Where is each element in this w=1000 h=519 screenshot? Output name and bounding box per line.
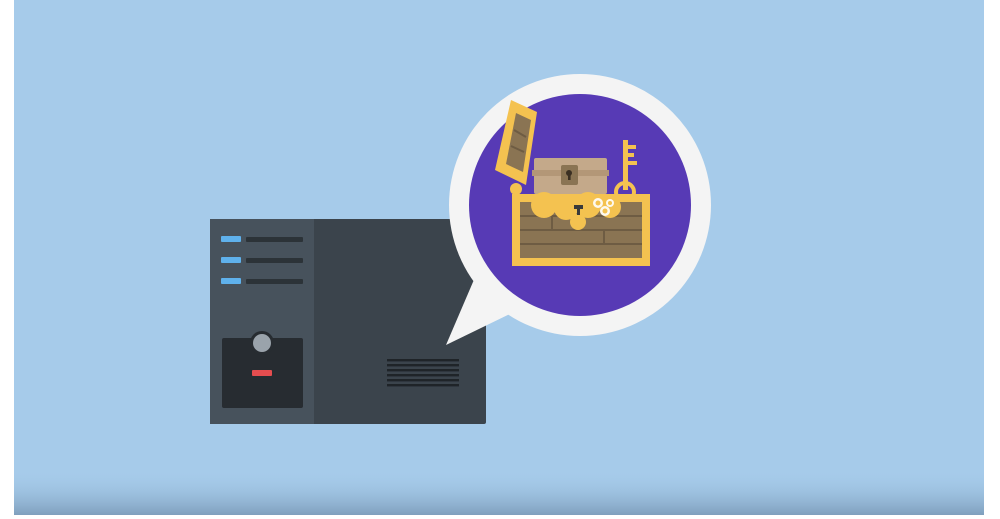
drive-slot (246, 258, 303, 263)
drive-slot (246, 237, 303, 242)
illustration-canvas (14, 0, 984, 515)
alert-light (252, 370, 272, 376)
bottom-fade (14, 470, 984, 515)
video-frame (0, 0, 1000, 519)
indicator-light (221, 278, 241, 284)
indicator-light (221, 236, 241, 242)
drive-slot (246, 279, 303, 284)
power-button (253, 334, 271, 352)
lid-hinge (510, 183, 522, 195)
illustration-scene (14, 0, 984, 515)
server-icon (210, 219, 486, 424)
indicator-light (221, 257, 241, 263)
